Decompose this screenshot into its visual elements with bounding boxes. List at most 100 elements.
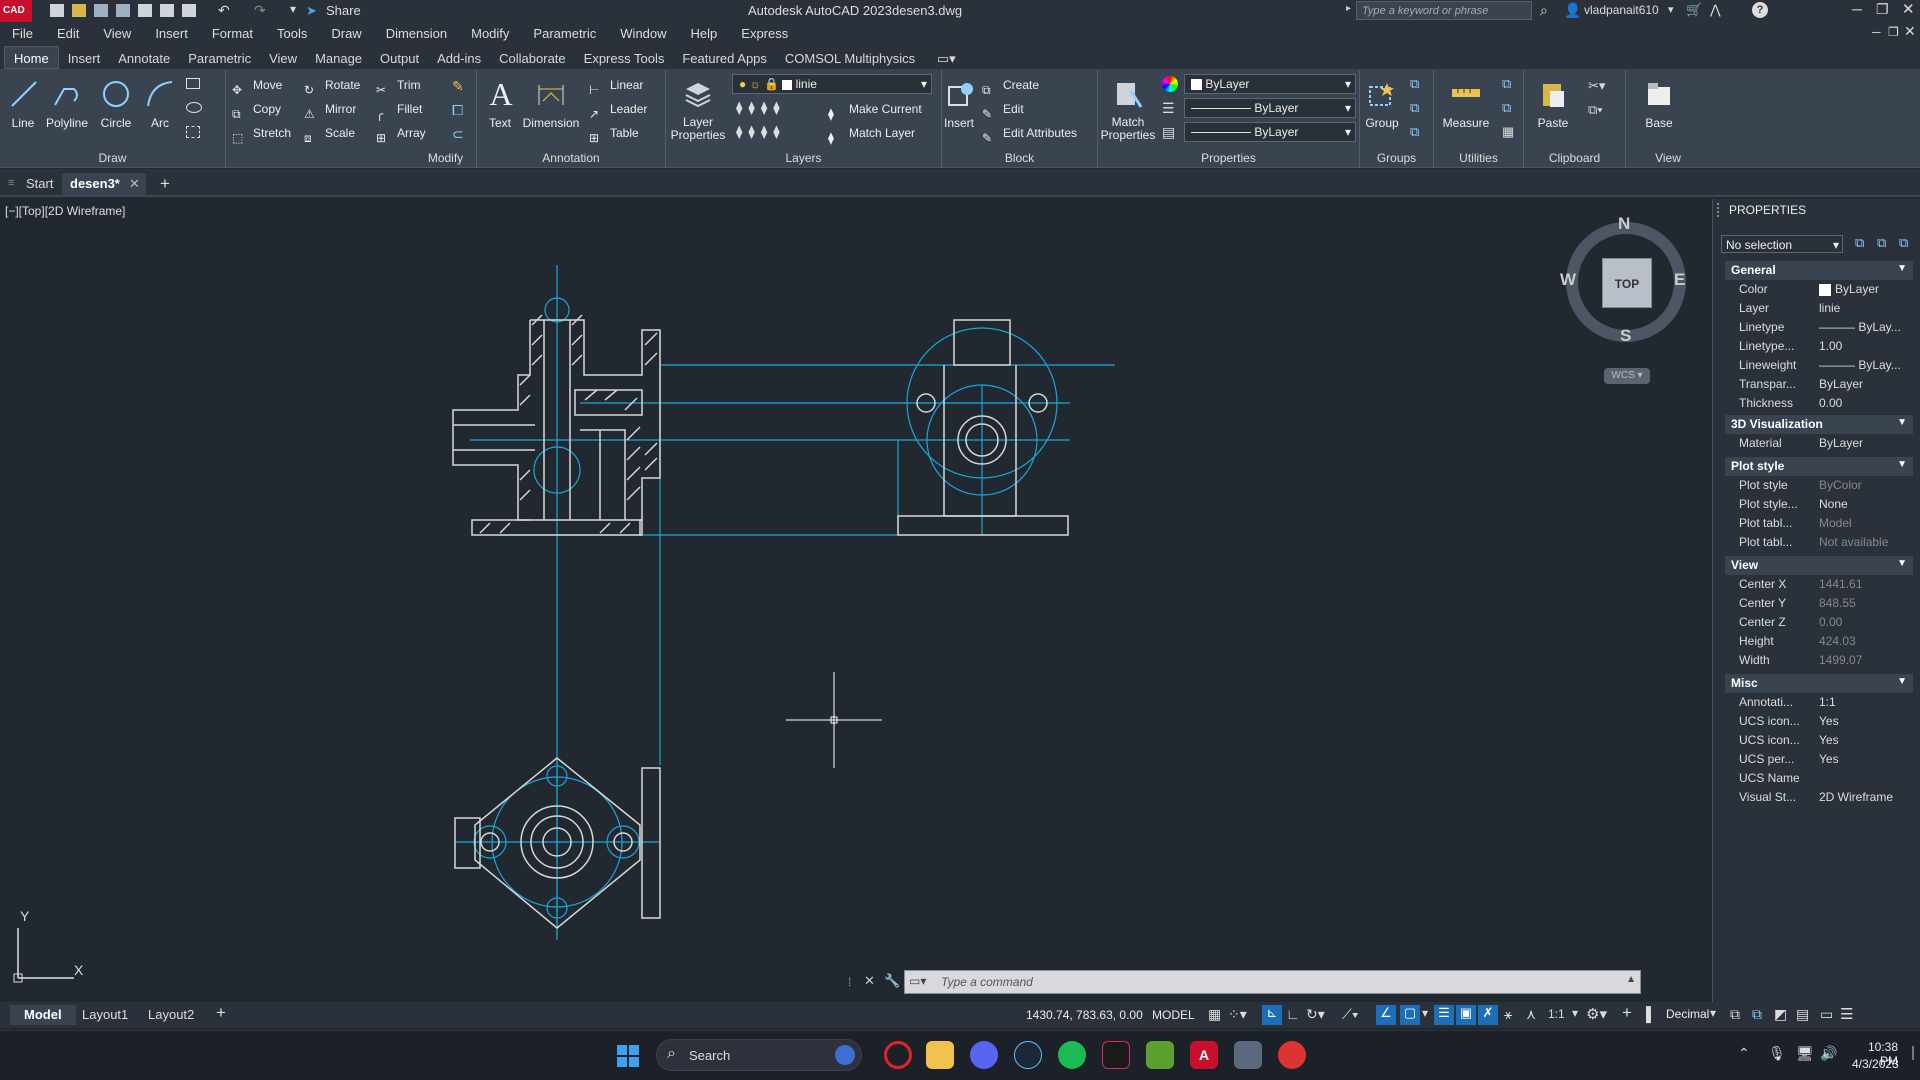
prop-annotation-scale[interactable]: Annotati... 1:1	[1725, 693, 1913, 712]
scale-button[interactable]: ⧈ Scale	[304, 122, 355, 145]
restore-icon[interactable]: ❐	[1876, 1, 1889, 18]
show-desktop-button[interactable]	[1906, 1046, 1914, 1060]
polar-icon[interactable]: ↻▾	[1306, 1006, 1325, 1023]
mirror-button[interactable]: ⚠ Mirror	[304, 98, 356, 121]
table-button[interactable]: ⊞ Table	[589, 122, 639, 145]
copy-clip-icon[interactable]: ⧉▾	[1588, 102, 1603, 118]
group-button[interactable]: Group	[1362, 76, 1402, 130]
make-current-button[interactable]: ⧫ Make Current	[828, 98, 922, 121]
prop-plot-style[interactable]: Plot style ByColor	[1725, 476, 1913, 495]
drawing-viewport[interactable]	[0, 199, 1710, 1002]
game-app-icon[interactable]	[1278, 1041, 1306, 1069]
viewcube-top[interactable]: TOP	[1602, 258, 1652, 308]
layout2-tab[interactable]: Layout2	[148, 1007, 194, 1022]
tab-output[interactable]: Output	[371, 47, 428, 70]
minimize-icon[interactable]: ─	[1852, 1, 1862, 17]
lineweight-dropdown[interactable]: ByLayer ▾	[1184, 98, 1356, 118]
menu-tools[interactable]: Tools	[265, 22, 319, 41]
menu-help[interactable]: Help	[679, 22, 730, 41]
group-select-icon[interactable]: ⧉	[1410, 124, 1419, 140]
open-file-icon[interactable]	[72, 4, 86, 17]
menu-view[interactable]: View	[91, 22, 143, 41]
layer-dropdown[interactable]: ● ☼ 🔒 linie ▾	[732, 74, 932, 94]
undo-icon[interactable]: ↶	[218, 2, 230, 19]
annotation-monitor-icon[interactable]: ⚹	[1504, 1006, 1512, 1023]
redo-icon[interactable]: ↷	[254, 2, 266, 19]
dimension-button[interactable]: Dimension	[521, 76, 581, 130]
minecraft-icon[interactable]	[1146, 1041, 1174, 1069]
units-dropdown[interactable]: Decimal	[1666, 1007, 1709, 1021]
select-objects-icon[interactable]: ⧉	[1877, 235, 1893, 251]
prop-center-x[interactable]: Center X 1441.61	[1725, 575, 1913, 594]
expand-arrow-icon[interactable]: ▸	[1346, 3, 1351, 14]
annotation-scale-dropdown-icon[interactable]: ▾	[1572, 1006, 1578, 1020]
prop-ucs-name[interactable]: UCS Name	[1725, 769, 1913, 788]
ribbon-minimize-icon[interactable]: ▭▾	[928, 47, 965, 70]
prop-transparency[interactable]: Transpar... ByLayer	[1725, 375, 1913, 394]
viewcube-north[interactable]: N	[1618, 214, 1630, 234]
line-button[interactable]: Line	[6, 76, 40, 130]
menu-parametric[interactable]: Parametric	[521, 22, 608, 41]
share-icon[interactable]: ➤	[306, 3, 317, 19]
tab-add-ins[interactable]: Add-ins	[428, 47, 490, 70]
search-input[interactable]: Type a keyword or phrase	[1356, 1, 1532, 20]
prop-ucs-icon-on[interactable]: UCS icon... Yes	[1725, 712, 1913, 731]
panel-groups-title[interactable]: Groups	[1360, 151, 1433, 165]
tab-annotate[interactable]: Annotate	[109, 47, 179, 70]
offset-icon[interactable]: ⊂	[452, 126, 464, 143]
section-plot-style[interactable]: Plot style ▼	[1725, 457, 1913, 476]
close-icon[interactable]: ✕	[1902, 0, 1915, 18]
text-button[interactable]: A Text	[483, 76, 517, 131]
tab-menu-icon[interactable]: ≡	[8, 177, 14, 189]
ortho-icon[interactable]: ∟	[1286, 1006, 1300, 1022]
terminal-app-icon[interactable]	[1102, 1041, 1130, 1069]
rectangle-icon[interactable]	[186, 78, 200, 89]
linear-button[interactable]: ⊢ Linear	[589, 74, 643, 97]
pickadd-icon[interactable]: ⧉	[1855, 235, 1871, 251]
calculator-icon[interactable]: ▦	[1502, 124, 1514, 140]
spotify-icon[interactable]	[1058, 1041, 1086, 1069]
wcs-menu[interactable]: WCS ▾	[1604, 368, 1650, 384]
command-line[interactable]: ▭▾ Type a command ▲	[904, 970, 1641, 994]
layer-tools-row2[interactable]: ⧫⧫⧫⧫	[736, 124, 786, 140]
group-edit-icon[interactable]: ⧉	[1410, 100, 1419, 116]
app-logo[interactable]: CAD	[0, 0, 32, 22]
command-grip-icon[interactable]: ⁞	[848, 975, 855, 989]
start-tab[interactable]: Start	[18, 173, 61, 195]
file-explorer-icon[interactable]	[926, 1041, 954, 1069]
menu-format[interactable]: Format	[200, 22, 265, 41]
annotation-scale-add-icon[interactable]: +	[1622, 1003, 1632, 1023]
prop-center-z[interactable]: Center Z 0.00	[1725, 613, 1913, 632]
select-all-icon[interactable]: ⧉	[1502, 100, 1511, 116]
menu-insert[interactable]: Insert	[143, 22, 200, 41]
add-layout-icon[interactable]: +	[216, 1003, 226, 1023]
prop-height[interactable]: Height 424.03	[1725, 632, 1913, 651]
doc-minimize-icon[interactable]: ─	[1872, 25, 1881, 39]
match-layer-button[interactable]: ⧫ Match Layer	[828, 122, 915, 145]
tab-insert[interactable]: Insert	[59, 47, 110, 70]
help-icon[interactable]: ?	[1752, 2, 1768, 18]
prop-thickness[interactable]: Thickness 0.00	[1725, 394, 1913, 413]
drawing-canvas[interactable]	[0, 199, 1710, 1002]
tab-express-tools[interactable]: Express Tools	[575, 47, 674, 70]
installer-icon[interactable]	[1234, 1041, 1262, 1069]
viewcube-west[interactable]: W	[1560, 270, 1576, 290]
command-expand-icon[interactable]: ▲	[1626, 974, 1636, 985]
file-tab[interactable]: desen3* ✕	[62, 173, 146, 195]
menu-dimension[interactable]: Dimension	[374, 22, 459, 41]
menu-draw[interactable]: Draw	[319, 22, 373, 41]
ungroup-icon[interactable]: ⧉	[1410, 76, 1419, 92]
taskbar-search[interactable]: ⌕ Search	[656, 1039, 862, 1071]
array-button[interactable]: ⊞ Array	[376, 122, 426, 145]
base-view-button[interactable]: Base	[1634, 76, 1684, 130]
prop-ucs-per-viewport[interactable]: UCS per... Yes	[1725, 750, 1913, 769]
prop-plot-style-table[interactable]: Plot style... None	[1725, 495, 1913, 514]
hardware-acceleration-icon[interactable]: ▤	[1796, 1006, 1809, 1023]
layer-properties-button[interactable]: Layer Properties	[668, 76, 728, 142]
qat-dropdown-icon[interactable]: ▾	[290, 2, 296, 16]
menu-express[interactable]: Express	[729, 22, 800, 41]
menu-edit[interactable]: Edit	[45, 22, 91, 41]
object-snap-tracking-icon[interactable]: ∠	[1376, 1005, 1396, 1025]
section-3d-visualization[interactable]: 3D Visualization ▼	[1725, 415, 1913, 434]
panel-layers-title[interactable]: Layers	[666, 151, 941, 165]
